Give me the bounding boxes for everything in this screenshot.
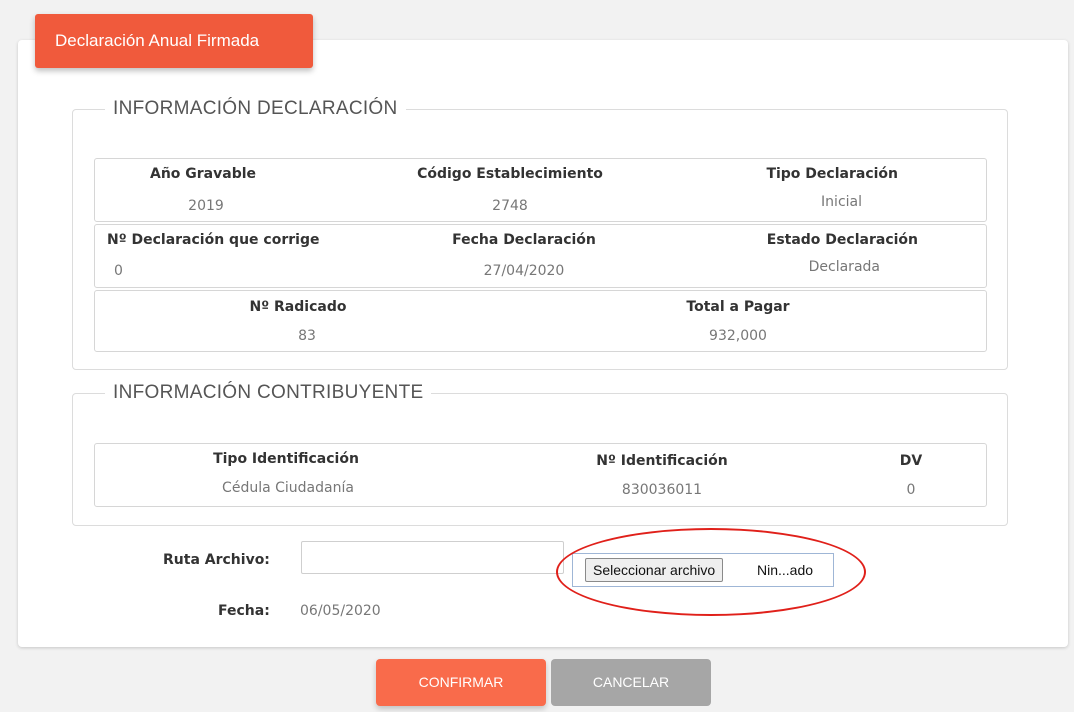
confirm-button[interactable]: CONFIRMAR	[376, 659, 546, 706]
declaracion-legend: INFORMACIÓN DECLARACIÓN	[113, 98, 398, 119]
codigo-establecimiento-label: Código Establecimiento	[417, 166, 603, 182]
total-pagar-value: 932,000	[709, 328, 767, 344]
fecha-declaracion-label: Fecha Declaración	[452, 232, 596, 248]
radicado-value: 83	[298, 328, 316, 344]
declaracion-corrige-value: 0	[114, 263, 123, 279]
anio-gravable-label: Año Gravable	[149, 166, 257, 182]
card-title: Declaración Anual Firmada	[35, 14, 313, 68]
codigo-establecimiento-value: 2748	[492, 198, 528, 214]
contribuyente-legend: INFORMACIÓN CONTRIBUYENTE	[113, 382, 424, 403]
tipo-declaracion-value: Inicial	[821, 194, 862, 210]
total-pagar-label: Total a Pagar	[686, 299, 790, 315]
fecha-label: Fecha:	[218, 603, 270, 619]
dv-value: 0	[906, 482, 916, 498]
tipo-identificacion-value: Cédula Ciudadanía	[222, 480, 354, 496]
file-input[interactable]: Seleccionar archivo Nin...ado	[572, 553, 834, 587]
ruta-archivo-input[interactable]	[301, 541, 564, 574]
identificacion-label: Nº Identificación	[596, 453, 728, 469]
fecha-declaracion-value: 27/04/2020	[483, 263, 565, 279]
select-file-button[interactable]: Seleccionar archivo	[585, 558, 724, 582]
dv-label: DV	[899, 453, 923, 469]
file-name-text: Nin...ado	[757, 562, 814, 578]
identificacion-value: 830036011	[621, 482, 703, 498]
tipo-identificacion-label: Tipo Identificación	[213, 451, 359, 467]
tipo-declaracion-label: Tipo Declaración	[766, 166, 898, 182]
ruta-archivo-label: Ruta Archivo:	[163, 552, 270, 568]
declaracion-row-3	[94, 290, 987, 352]
fecha-value: 06/05/2020	[300, 603, 381, 619]
radicado-label: Nº Radicado	[249, 299, 347, 315]
estado-declaracion-value: Declarada	[808, 259, 880, 275]
estado-declaracion-label: Estado Declaración	[766, 232, 918, 248]
anio-gravable-value: 2019	[188, 198, 224, 214]
declaracion-corrige-label: Nº Declaración que corrige	[107, 232, 320, 248]
cancel-button[interactable]: CANCELAR	[551, 659, 711, 706]
